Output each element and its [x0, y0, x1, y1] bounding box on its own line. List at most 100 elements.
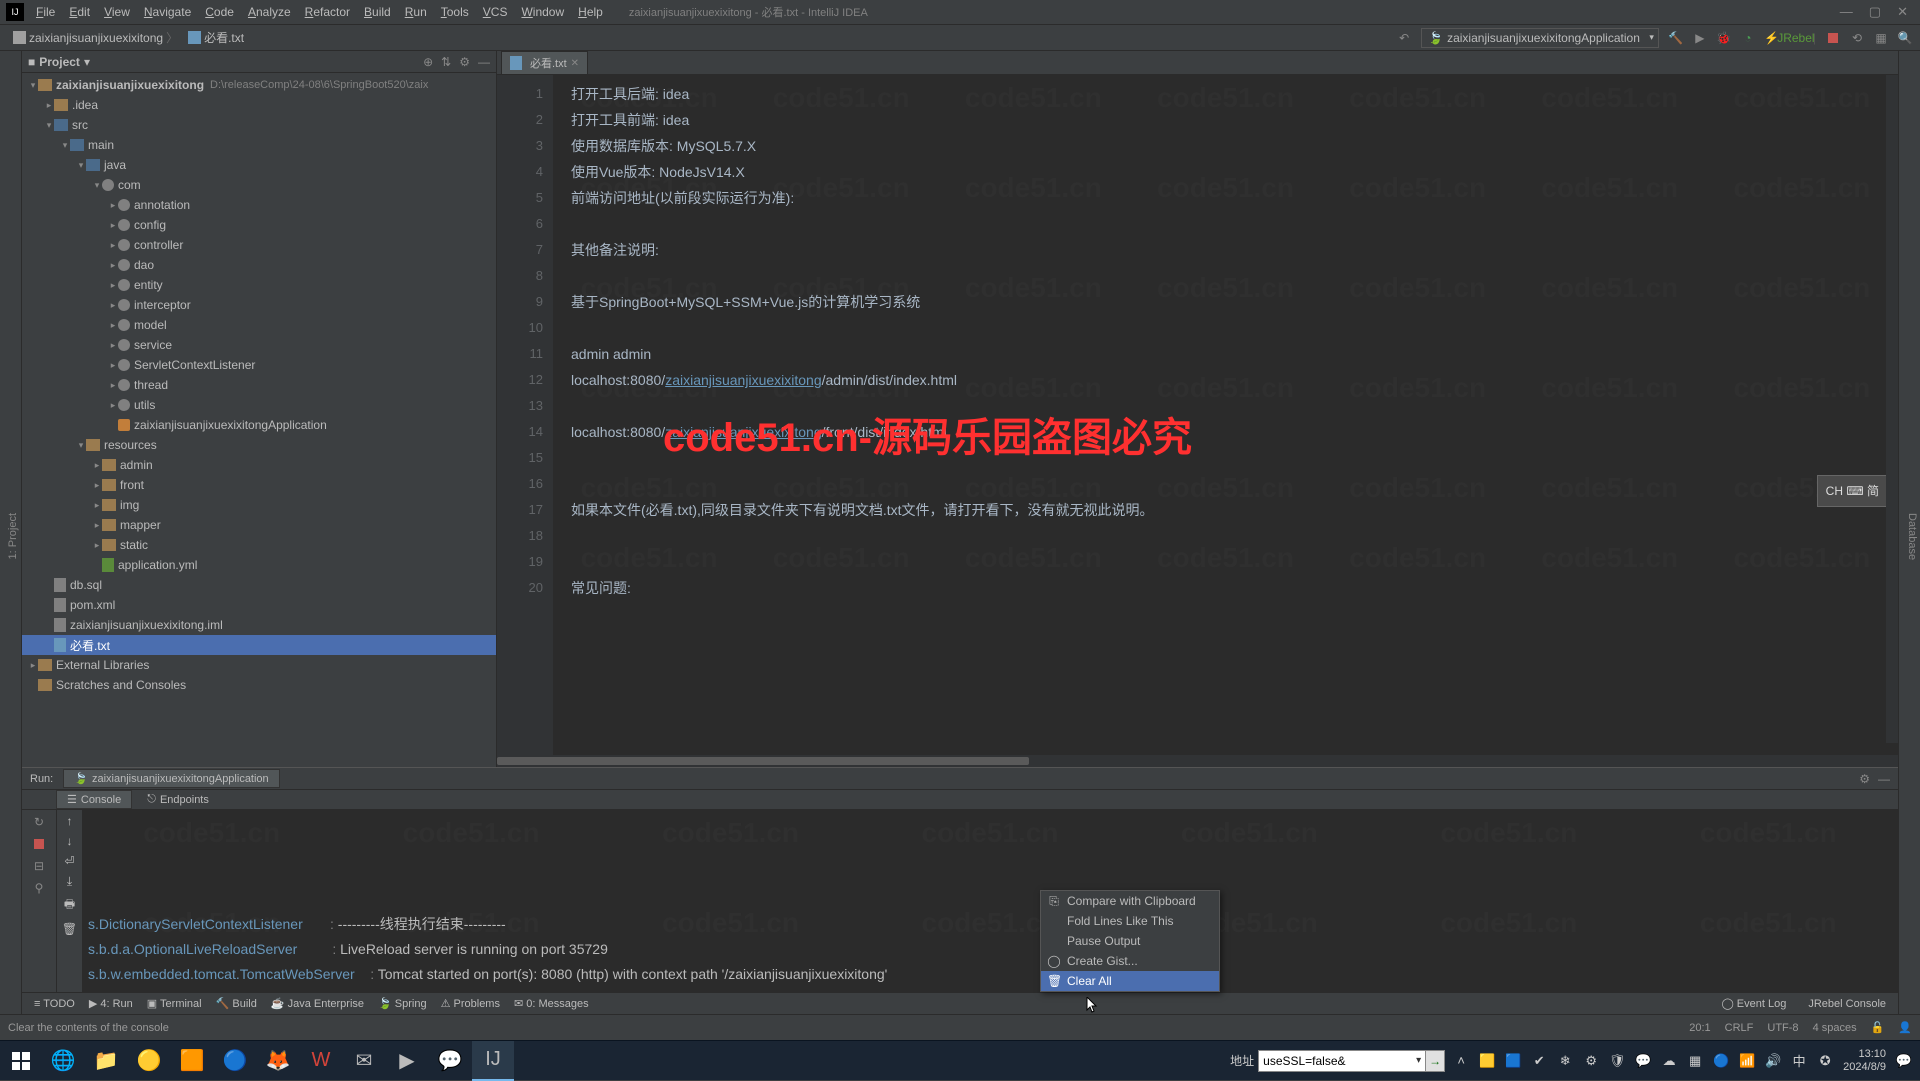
tray-icon[interactable]: ⚙ [1583, 1053, 1599, 1069]
tree-item[interactable]: zaixianjisuanjixuexixitong.iml [22, 615, 496, 635]
task-explorer[interactable]: 📁 [85, 1041, 127, 1081]
menu-code[interactable]: Code [199, 2, 240, 22]
address-input[interactable] [1258, 1050, 1428, 1072]
settings-icon[interactable]: ⚙ [459, 55, 470, 69]
run-icon[interactable]: ▶ [1693, 31, 1707, 45]
menu-file[interactable]: File [30, 2, 61, 22]
tray-icon[interactable]: 🛡 [1609, 1053, 1625, 1069]
notifications-icon[interactable]: 💬 [1896, 1053, 1912, 1069]
menu-tools[interactable]: Tools [435, 2, 475, 22]
tree-item[interactable]: ▾java [22, 155, 496, 175]
up-icon[interactable]: ↑ [67, 814, 73, 828]
menu-window[interactable]: Window [515, 2, 570, 22]
tree-item[interactable]: ▸service [22, 335, 496, 355]
ctx-fold-lines-like-this[interactable]: Fold Lines Like This [1041, 911, 1219, 931]
pin-icon[interactable]: ⚲ [31, 880, 47, 896]
bottom-tab-right[interactable]: ◯ Event Log [1715, 995, 1792, 1012]
tree-item[interactable]: ▾zaixianjisuanjixuexixitongD:\releaseCom… [22, 75, 496, 95]
task-app-1[interactable]: 🌐 [42, 1041, 84, 1081]
menu-run[interactable]: Run [399, 2, 433, 22]
tree-item[interactable]: Scratches and Consoles [22, 675, 496, 695]
bottom-tab-right[interactable]: JRebel Console [1802, 995, 1892, 1012]
encoding[interactable]: UTF-8 [1767, 1022, 1798, 1034]
project-tree[interactable]: ▾zaixianjisuanjixuexixitongD:\releaseCom… [22, 73, 496, 767]
tree-item[interactable]: ▸utils [22, 395, 496, 415]
stop-icon[interactable] [31, 836, 47, 852]
console-tab[interactable]: ☰ Console [56, 790, 132, 809]
search-icon[interactable]: 🔍 [1898, 31, 1912, 45]
tree-item[interactable]: ▸entity [22, 275, 496, 295]
tree-item[interactable]: zaixianjisuanjixuexixitongApplication [22, 415, 496, 435]
tree-item[interactable]: ▸mapper [22, 515, 496, 535]
scroll-end-icon[interactable]: ⤓ [67, 874, 72, 889]
tree-item[interactable]: ▸config [22, 215, 496, 235]
tree-item[interactable]: pom.xml [22, 595, 496, 615]
tray-icon[interactable]: 🟨 [1479, 1053, 1495, 1069]
tree-item[interactable]: ▸.idea [22, 95, 496, 115]
tray-ime-icon[interactable]: 中 [1791, 1053, 1807, 1069]
task-mail[interactable]: ✉ [343, 1041, 385, 1081]
breadcrumb-file[interactable]: 必看.txt [183, 27, 249, 48]
readonly-lock-icon[interactable]: 🔓 [1871, 1021, 1885, 1034]
update-icon[interactable]: ⟲ [1850, 31, 1864, 45]
tree-item[interactable]: ▸controller [22, 235, 496, 255]
bottom-tab[interactable]: 🔨 Build [210, 995, 263, 1012]
task-vs[interactable]: ▶ [386, 1041, 428, 1081]
menu-vcs[interactable]: VCS [477, 2, 514, 22]
close-icon[interactable]: ✕ [1897, 4, 1908, 20]
console-output[interactable]: code51.cncode51.cncode51.cncode51.cncode… [82, 810, 1898, 992]
task-intellij[interactable]: IJ [472, 1041, 514, 1081]
menu-navigate[interactable]: Navigate [138, 2, 197, 22]
down-icon[interactable]: ↓ [67, 834, 73, 848]
jrebel-icon[interactable]: JRebel [1789, 31, 1803, 45]
tray-icon[interactable]: ❄ [1557, 1053, 1573, 1069]
menu-view[interactable]: View [98, 2, 136, 22]
bottom-tab[interactable]: ▶ 4: Run [83, 995, 139, 1012]
hide-icon[interactable]: — [478, 55, 490, 69]
print-icon[interactable]: 🖶 [64, 895, 75, 916]
tree-item[interactable]: ▾main [22, 135, 496, 155]
line-sep[interactable]: CRLF [1725, 1022, 1754, 1034]
project-view-title[interactable]: ■ Project ▾ [28, 55, 90, 69]
task-chrome[interactable]: 🟡 [128, 1041, 170, 1081]
menu-help[interactable]: Help [572, 2, 609, 22]
menu-edit[interactable]: Edit [63, 2, 96, 22]
run-settings-icon[interactable]: ⚙ [1859, 772, 1870, 786]
project-tool-button[interactable]: 1: Project [5, 510, 21, 562]
tree-item[interactable]: ▸ServletContextListener [22, 355, 496, 375]
minimize-icon[interactable]: — [1840, 4, 1853, 20]
tree-item[interactable]: ▸admin [22, 455, 496, 475]
layout-reset-icon[interactable]: ⊟ [31, 858, 47, 874]
ctx-clear-all[interactable]: 🗑Clear All [1041, 971, 1219, 991]
stop-icon[interactable] [1826, 31, 1840, 45]
tree-item[interactable]: ▸External Libraries [22, 655, 496, 675]
tree-item[interactable]: db.sql [22, 575, 496, 595]
indent[interactable]: 4 spaces [1813, 1022, 1857, 1034]
clock[interactable]: 13:10 2024/8/9 [1843, 1048, 1886, 1074]
rerun-icon[interactable]: ↻ [31, 814, 47, 830]
inspection-icon[interactable]: 👤 [1898, 1021, 1912, 1034]
caret-pos[interactable]: 20:1 [1689, 1022, 1710, 1034]
tree-item[interactable]: ▸front [22, 475, 496, 495]
tray-icon[interactable]: ☁ [1661, 1053, 1677, 1069]
endpoints-tab[interactable]: ⎋ Endpoints [136, 790, 220, 809]
tree-item[interactable]: ▾resources [22, 435, 496, 455]
tree-item[interactable]: ▸interceptor [22, 295, 496, 315]
clear-icon[interactable]: 🗑 [62, 922, 77, 936]
tray-volume-icon[interactable]: 🔊 [1765, 1053, 1781, 1069]
code-area[interactable]: code51.cncode51.cncode51.cncode51.cncode… [553, 75, 1898, 755]
database-tool-button[interactable]: Database [1904, 510, 1920, 563]
ctx-compare-with-clipboard[interactable]: ⎘Compare with Clipboard [1041, 891, 1219, 911]
soft-wrap-icon[interactable]: ⏎ [64, 854, 74, 868]
address-go-button[interactable]: → [1425, 1050, 1445, 1072]
breadcrumb-project[interactable]: zaixianjisuanjixuexixitong 〉 [8, 27, 183, 48]
bottom-tab[interactable]: 🍃 Spring [372, 995, 433, 1012]
start-button[interactable] [0, 1041, 42, 1081]
bottom-tab[interactable]: ☕ Java Enterprise [265, 995, 370, 1012]
run-app-tab[interactable]: 🍃 zaixianjisuanjixuexixitongApplication [63, 769, 279, 788]
tree-item[interactable]: ▾src [22, 115, 496, 135]
debug-icon[interactable]: 🐞 [1717, 31, 1731, 45]
tree-item[interactable]: ▸model [22, 315, 496, 335]
tray-network-icon[interactable]: 📶 [1739, 1053, 1755, 1069]
editor-tab[interactable]: 必看.txt ✕ [501, 51, 588, 74]
